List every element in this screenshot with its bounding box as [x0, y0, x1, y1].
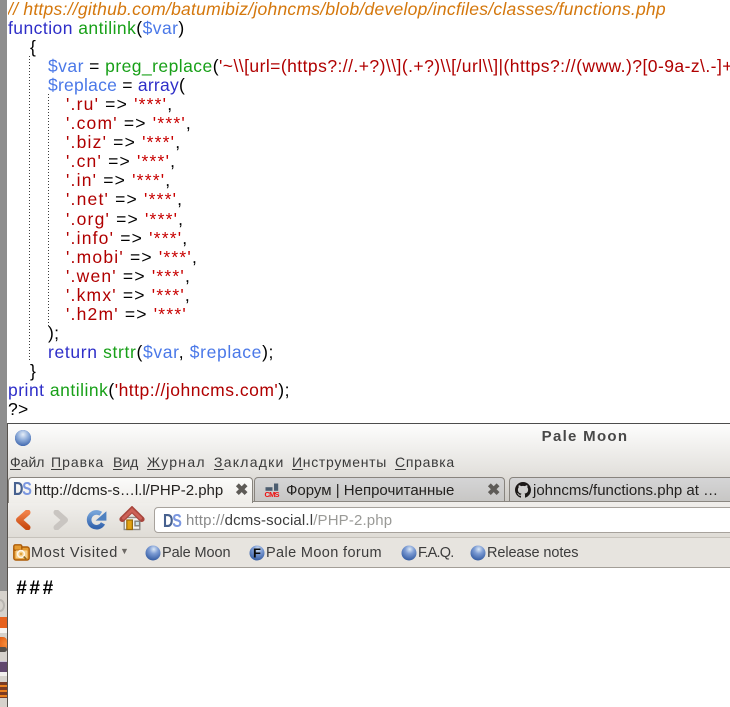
svg-text:F: F: [253, 546, 261, 561]
svg-text:CMS: CMS: [265, 490, 280, 499]
